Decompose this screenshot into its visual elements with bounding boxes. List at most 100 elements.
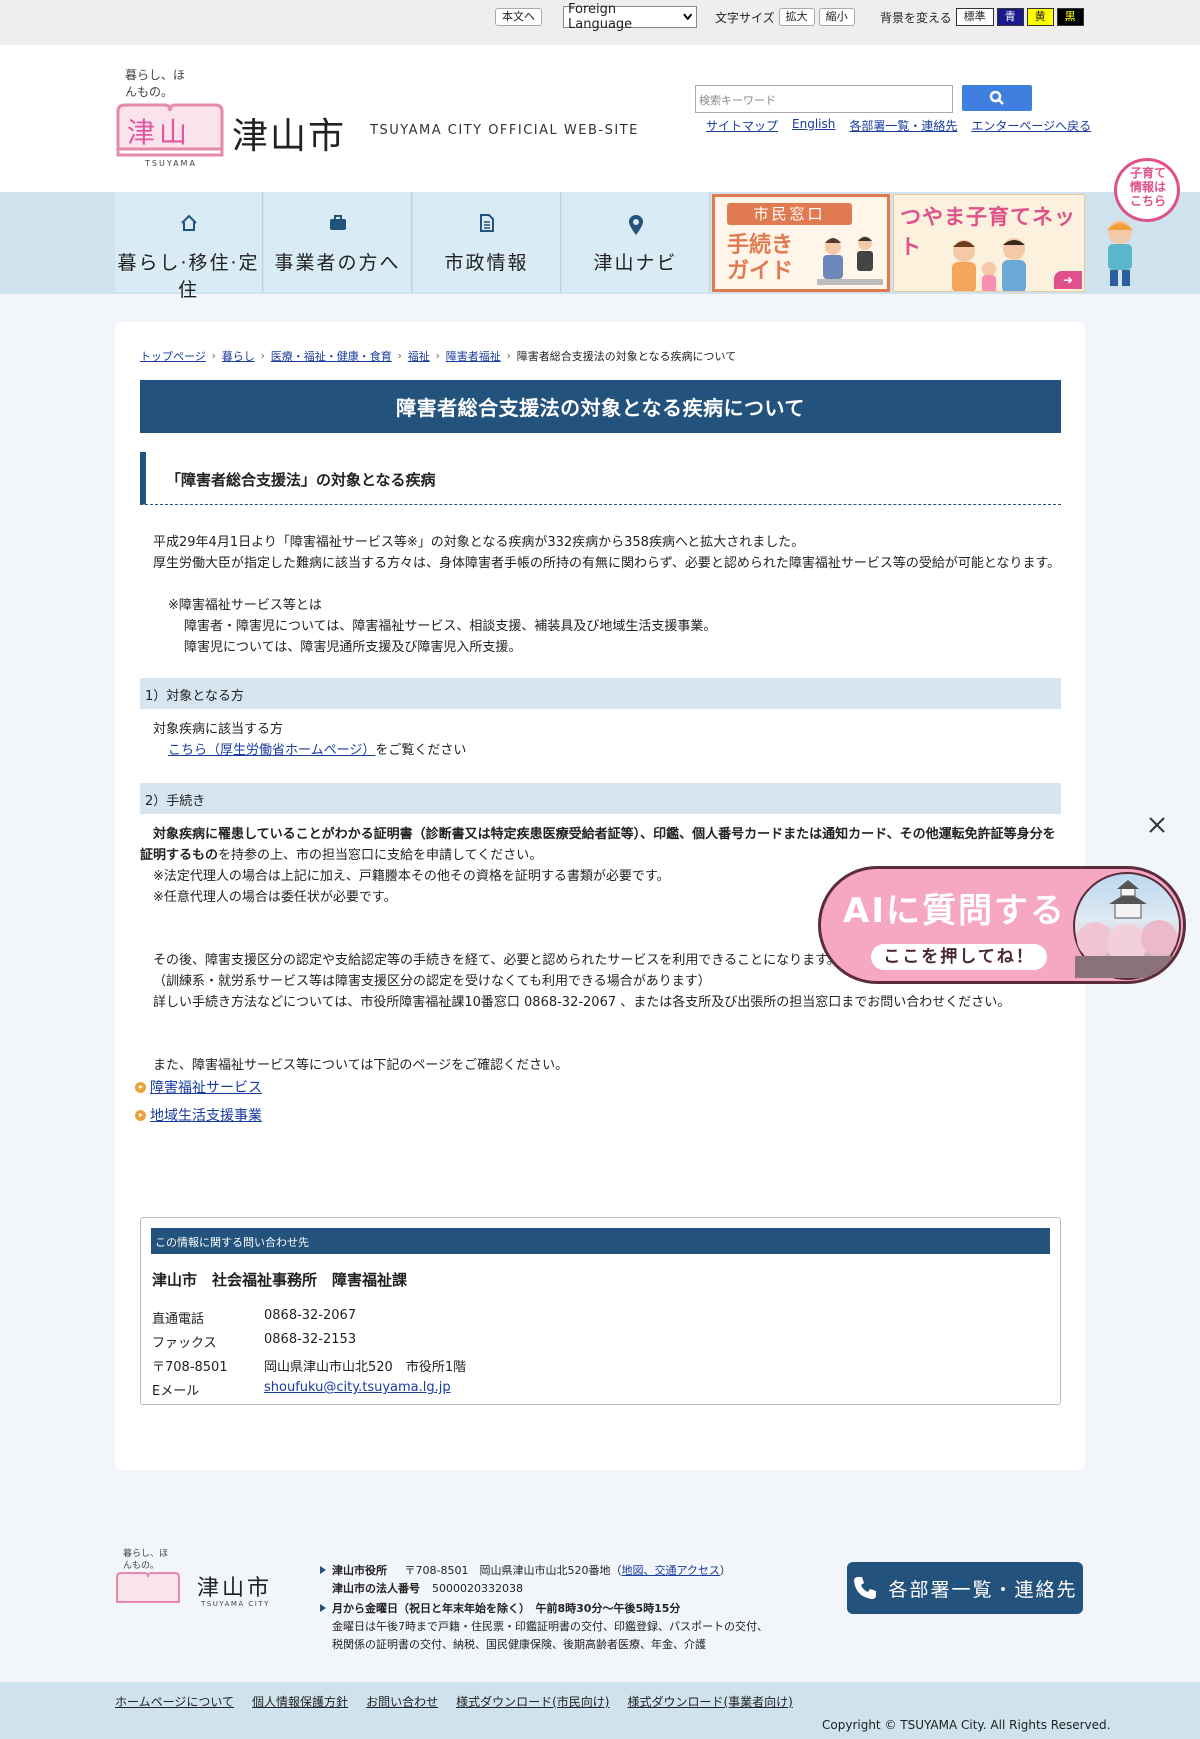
- search-button[interactable]: [962, 85, 1032, 111]
- procedure-guide-banner[interactable]: 市民窓口 手続き ガイド: [712, 194, 890, 292]
- privacy-policy-link[interactable]: 個人情報保護方針: [252, 1693, 348, 1710]
- forms-business-link[interactable]: 様式ダウンロード(事業者向け): [627, 1693, 792, 1710]
- bullet-arrow-icon: [135, 1109, 146, 1121]
- language-select[interactable]: Foreign Language: [563, 2, 697, 32]
- contact-heading: この情報に関する問い合わせ先: [151, 1228, 1050, 1254]
- contact-email-link[interactable]: shoufuku@city.tsuyama.lg.jp: [264, 1380, 451, 1399]
- list-item: 障害福祉サービス: [135, 1077, 262, 1097]
- font-size-label: 文字サイズ: [715, 10, 775, 25]
- forms-citizen-link[interactable]: 様式ダウンロード(市民向け): [456, 1693, 609, 1710]
- global-nav: 暮らし·移住·定住 事業者の方へ 市政情報 津山ナビ 市民窓口 手続き ガイド …: [0, 158, 1200, 301]
- access-map-link[interactable]: 地図、交通アクセス: [621, 1564, 719, 1577]
- nav-item-business[interactable]: 事業者の方へ: [264, 192, 412, 292]
- ai-chat-button[interactable]: AIに質問する ここを押してね！: [818, 866, 1186, 984]
- skip-to-content-button[interactable]: 本文へ: [495, 8, 542, 26]
- phone-icon: [854, 1577, 877, 1599]
- footer-logo-city: 津山市: [197, 1576, 273, 1601]
- welfare-service-link[interactable]: 障害福祉サービス: [150, 1077, 262, 1097]
- footer-office-line: 津山市役所 〒708‐8501 岡山県津山市山北520番地（地図、交通アクセス）: [320, 1562, 768, 1580]
- contact-row: 直通電話 0868-32-2067: [152, 1308, 356, 1327]
- banner-main-label: 手続き ガイド: [727, 233, 794, 284]
- section-heading: 「障害者総合支援法」の対象となる疾病: [140, 452, 1061, 505]
- footer-logo-tagline: 暮らし、ほんもの。: [123, 1549, 169, 1571]
- departments-link[interactable]: 各部署一覧・連絡先: [849, 117, 957, 134]
- map-pin-icon: [628, 215, 643, 235]
- hours-note-2: 税関係の証明書の交付、納税、国民健康保険、後期高齢者医療、年金、介護: [332, 1638, 706, 1651]
- inquiry-link[interactable]: お問い合わせ: [366, 1693, 438, 1710]
- procedure-text: 対象疾病に罹患していることがわかる証明書（診断書又は特定疾患医療受給者証等）、印…: [140, 824, 1061, 866]
- language-select-label: Foreign Language: [568, 2, 633, 32]
- background-label: 背景を変える: [880, 10, 952, 25]
- contact-key: Eメール: [152, 1384, 200, 1399]
- nav-item-navi[interactable]: 津山ナビ: [562, 192, 710, 292]
- nav-label: 事業者の方へ: [274, 252, 401, 274]
- bg-standard-button[interactable]: 標準: [955, 8, 994, 26]
- triangle-icon: [320, 1604, 326, 1612]
- site-subtitle: TSUYAMA CITY OFFICIAL WEB-SITE: [370, 123, 639, 138]
- breadcrumb-top[interactable]: トップページ: [140, 348, 206, 364]
- breadcrumb: トップページ › 暮らし › 医療・福祉・健康・食育 › 福祉 › 障害者福祉 › 障害者…: [140, 348, 737, 364]
- child-info-badge[interactable]: 子育て 情報は こちら: [1090, 158, 1180, 288]
- logo-tagline: 暮らし、ほんもの。: [125, 68, 186, 99]
- castle-photo-icon: [1073, 872, 1181, 980]
- community-support-link[interactable]: 地域生活支援事業: [150, 1105, 262, 1125]
- language-area: Foreign Language: [563, 2, 697, 32]
- family-illustration-icon: [952, 238, 1026, 291]
- nav-label: 津山ナビ: [593, 252, 678, 274]
- after-text-3: 詳しい手続き方法などについては、市役所障害福祉課10番窓口 0868-32-20…: [153, 995, 1011, 1010]
- font-enlarge-button[interactable]: 拡大: [778, 8, 815, 26]
- bg-black-button[interactable]: 黒: [1056, 8, 1084, 26]
- search-input[interactable]: 検索キーワード: [695, 85, 953, 113]
- child-info-text: 子育て 情報は こちら: [1129, 166, 1166, 208]
- note-line-2: 障害児については、障害児通所支援及び障害児入所支援。: [184, 640, 522, 655]
- staff-illustration-icon: [817, 236, 883, 285]
- breadcrumb-living[interactable]: 暮らし: [222, 348, 255, 364]
- enter-page-link[interactable]: エンターページへ戻る: [971, 117, 1091, 134]
- site-footer: 暮らし、ほんもの。 津山市 TSUYAMA CITY 津山市役所 〒708‐85…: [0, 1530, 1200, 1680]
- utility-bar: 本文へ Foreign Language 文字サイズ 拡大 縮小 背景を変える …: [0, 0, 1200, 45]
- skip-area: 本文へ: [491, 8, 542, 26]
- footer-links: ホームページについて 個人情報保護方針 お問い合わせ 様式ダウンロード(市民向け…: [115, 1693, 793, 1710]
- english-link[interactable]: English: [792, 117, 835, 134]
- font-shrink-button[interactable]: 縮小: [818, 8, 855, 26]
- header-links: サイトマップ English 各部署一覧・連絡先 エンターページへ戻る: [706, 117, 1091, 134]
- breadcrumb-medical[interactable]: 医療・福祉・健康・食育: [271, 348, 392, 364]
- footer-logo[interactable]: 暮らし、ほんもの。 津山市 TSUYAMA CITY: [115, 1548, 287, 1618]
- sitemap-link[interactable]: サイトマップ: [706, 117, 778, 134]
- breadcrumb-welfare[interactable]: 福祉: [408, 348, 430, 364]
- nav-item-city-info[interactable]: 市政情報: [413, 192, 561, 292]
- departments-button-label: 各部署一覧・連絡先: [888, 1578, 1078, 1601]
- logo-city-kanji: 津山: [127, 116, 192, 149]
- corp-number: 5000020332038: [432, 1582, 523, 1595]
- nav-label: 暮らし·移住·定住: [117, 252, 260, 301]
- contact-row: 〒708-8501 岡山県津山市山北520 市役所1階: [152, 1356, 466, 1375]
- contact-value: 岡山県津山市山北520 市役所1階: [264, 1360, 467, 1375]
- nav-item-living[interactable]: 暮らし·移住·定住: [115, 192, 263, 301]
- about-site-link[interactable]: ホームページについて: [115, 1693, 234, 1710]
- home-icon: [180, 214, 197, 231]
- departments-contact-button[interactable]: 各部署一覧・連絡先: [847, 1562, 1083, 1614]
- search-icon: [989, 90, 1004, 105]
- breadcrumb-disability[interactable]: 障害者福祉: [446, 348, 501, 364]
- also-text: また、障害福祉サービス等については下記のページをご確認ください。: [153, 1058, 569, 1073]
- font-size-controls: 文字サイズ 拡大 縮小: [715, 8, 855, 26]
- mhlw-link[interactable]: こちら（厚生労働省ホームページ）: [168, 743, 375, 758]
- close-icon[interactable]: [1147, 815, 1167, 835]
- note-title: ※障害福祉サービス等とは: [168, 598, 322, 613]
- target-link-line: こちら（厚生労働省ホームページ）をご覧ください: [140, 740, 1061, 761]
- contact-row: ファックス 0868-32-2153: [152, 1332, 356, 1351]
- contact-value: 0868-32-2153: [264, 1332, 357, 1347]
- target-suffix: をご覧ください: [375, 743, 467, 758]
- site-logo[interactable]: 暮らし、ほんもの。 津山 TSUYAMA: [115, 67, 225, 168]
- breadcrumb-current: 障害者総合支援法の対象となる疾病について: [516, 350, 737, 363]
- banner-top-label: 市民窓口: [727, 203, 852, 225]
- briefcase-icon: [329, 215, 346, 230]
- hours-label: 月から金曜日（祝日と年末年始を除く） 午前8時30分～午後5時15分: [332, 1602, 681, 1615]
- contact-box: この情報に関する問い合わせ先 津山市 社会福祉事務所 障害福祉課 直通電話 08…: [140, 1217, 1061, 1405]
- logo-romaji: TSUYAMA: [145, 159, 197, 168]
- bg-yellow-button[interactable]: 黄: [1026, 8, 1054, 26]
- copyright: Copyright © TSUYAMA City. All Rights Res…: [822, 1718, 1111, 1732]
- kosodate-net-banner[interactable]: つやま子育てネット ➜: [893, 194, 1085, 292]
- footer-logo-romaji: TSUYAMA CITY: [201, 1600, 270, 1608]
- bg-blue-button[interactable]: 青: [996, 8, 1024, 26]
